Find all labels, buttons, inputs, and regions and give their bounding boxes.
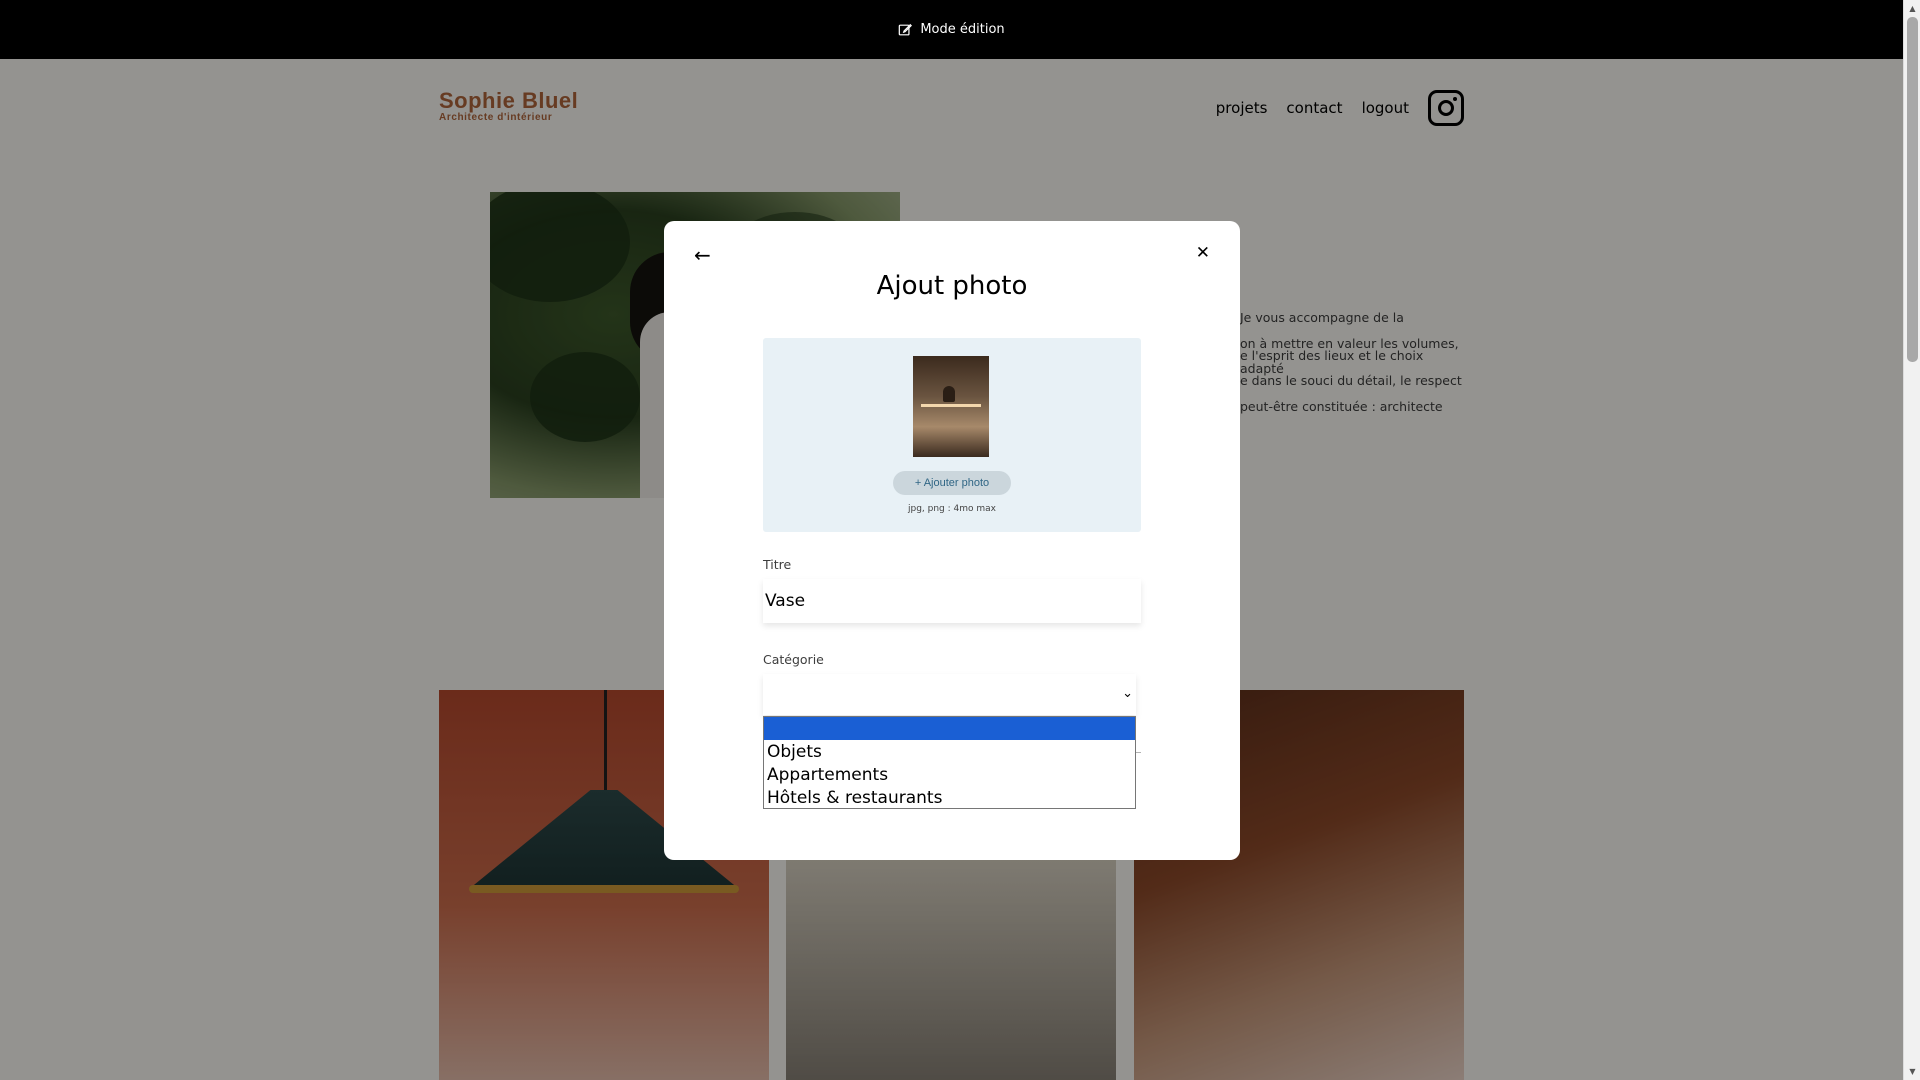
- arrow-left-icon[interactable]: ←: [694, 243, 711, 267]
- upload-hint: jpg, png : 4mo max: [907, 504, 996, 514]
- category-option-hotels[interactable]: Hôtels & restaurants: [764, 786, 1135, 809]
- title-input[interactable]: Vase: [763, 579, 1141, 623]
- title-label: Titre: [763, 557, 792, 572]
- edit-mode-label: Mode édition: [920, 22, 1005, 37]
- category-select[interactable]: ⌄: [763, 674, 1136, 715]
- photo-preview: [913, 356, 989, 457]
- category-option[interactable]: [764, 717, 1135, 740]
- modal-title: Ajout photo: [876, 271, 1028, 301]
- add-photo-button[interactable]: + Ajouter photo: [893, 471, 1011, 495]
- category-dropdown: Objets Appartements Hôtels & restaurants: [763, 716, 1136, 809]
- category-option-appartements[interactable]: Appartements: [764, 763, 1135, 786]
- photo-upload-zone[interactable]: + Ajouter photo jpg, png : 4mo max: [763, 338, 1141, 532]
- scroll-down-icon[interactable]: ▼: [1904, 1063, 1920, 1080]
- category-option-objets[interactable]: Objets: [764, 740, 1135, 763]
- add-photo-modal: ← ✕ Ajout photo + Ajouter photo jpg, png…: [664, 221, 1240, 860]
- chevron-down-icon: ⌄: [1122, 686, 1133, 701]
- category-label: Catégorie: [763, 652, 824, 667]
- scroll-thumb[interactable]: [1907, 17, 1918, 362]
- close-icon[interactable]: ✕: [1196, 243, 1210, 263]
- edit-mode-bar: Mode édition: [0, 0, 1903, 59]
- page-scrollbar[interactable]: ▲ ▼: [1903, 0, 1920, 1080]
- scroll-up-icon[interactable]: ▲: [1904, 0, 1920, 17]
- edit-icon: [899, 23, 913, 35]
